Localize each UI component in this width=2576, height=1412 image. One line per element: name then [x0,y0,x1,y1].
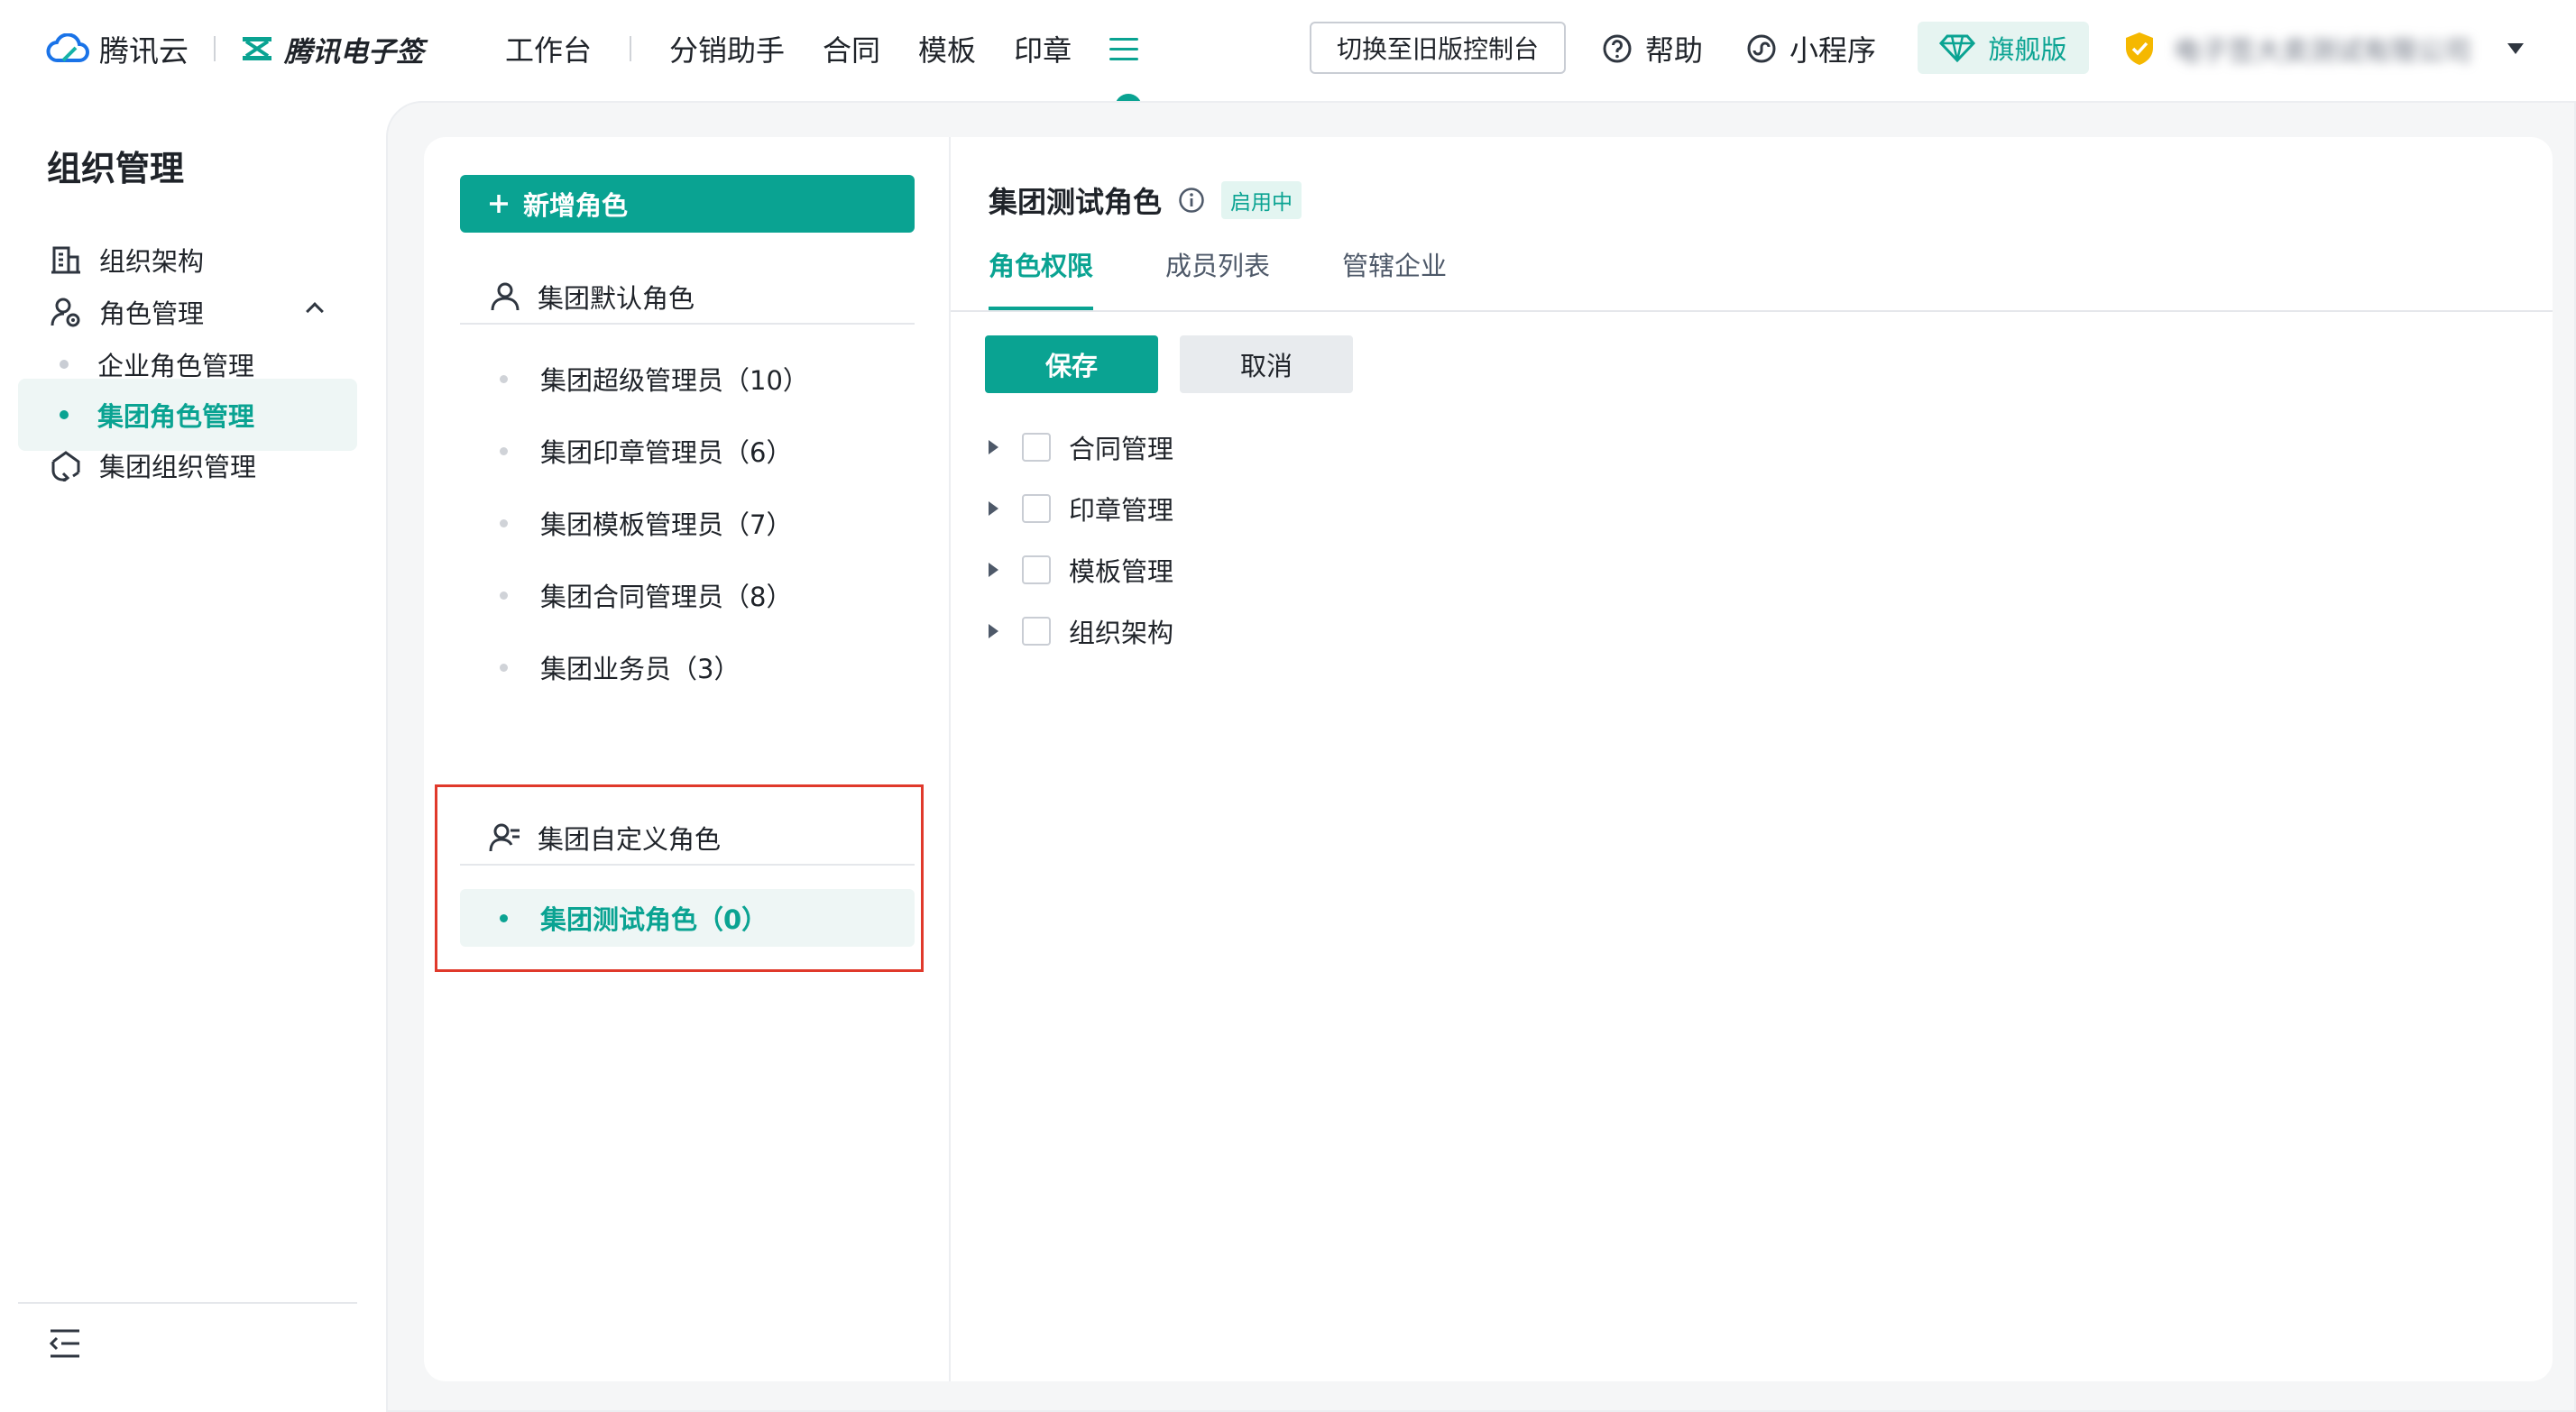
sidebar-item-group-org[interactable]: 集团组织管理 [18,429,357,501]
sidebar-title: 组织管理 [47,149,185,188]
bullet-dot [500,446,508,455]
detail-tabs: 角色权限 成员列表 管辖企业 [989,245,1519,310]
verified-shield-icon [2126,32,2153,65]
permission-label: 合同管理 [1069,434,1174,464]
annotation-highlight-box [435,784,924,972]
role-item[interactable]: 集团超级管理员（10） [460,350,915,408]
group-title: 集团默认角色 [538,283,695,314]
miniapp-icon [1747,34,1776,63]
sidebar-divider [18,1302,357,1304]
role-manage-icon [49,295,83,329]
esign-icon [243,37,271,60]
edition-label: 旗舰版 [1988,34,2067,65]
bullet-dot [500,591,508,600]
role-label: 集团业务员（3） [540,654,741,684]
role-item[interactable]: 集团模板管理员（7） [460,494,915,552]
permission-row-org: 组织架构 [989,609,1173,654]
bullet-dot [500,663,508,672]
role-label: 集团模板管理员（7） [540,509,793,540]
panel-divider [949,137,951,1381]
info-icon[interactable] [1178,187,1205,214]
add-role-button[interactable]: 新增角色 [460,175,915,233]
account-menu[interactable]: 电子签大卖测试有限公司 [2123,25,2524,72]
miniapp-link[interactable]: 小程序 [1746,25,1876,72]
edition-badge[interactable]: 旗舰版 [1918,22,2089,74]
nav-contract[interactable]: 合同 [823,28,880,69]
role-item[interactable]: 集团业务员（3） [460,638,915,696]
permission-label: 印章管理 [1069,495,1174,526]
permission-checkbox[interactable] [1022,494,1051,523]
role-label: 集团合同管理员（8） [540,582,793,612]
sidebar: 组织管理 组织架构 角色管理 企业角色管理 集团角色管理 集团组织管理 [0,99,379,1412]
bullet-dot [60,360,69,369]
permission-checkbox[interactable] [1022,433,1051,462]
sidebar-item-label: 集团组织管理 [99,452,257,482]
expand-caret-icon[interactable] [989,501,998,516]
bullet-dot [60,410,69,419]
account-name: 电子签大卖测试有限公司 [2174,36,2471,68]
help-link[interactable]: 帮助 [1602,25,1703,72]
role-title: 集团测试角色 [989,185,1163,219]
sidebar-item-label: 组织架构 [99,246,205,277]
permission-checkbox[interactable] [1022,555,1051,584]
permission-row-contract: 合同管理 [989,425,1173,470]
miniapp-label: 小程序 [1789,33,1877,68]
save-button[interactable]: 保存 [985,335,1158,393]
nav-workbench[interactable]: 工作台 [505,28,592,69]
org-structure-icon [49,243,83,277]
menu-icon[interactable] [1109,34,1139,64]
product-name: 腾讯电子签 [284,35,424,69]
expand-caret-icon[interactable] [989,563,998,577]
role-label: 集团印章管理员（6） [540,437,793,468]
chevron-down-icon [2507,43,2524,54]
expand-caret-icon[interactable] [989,440,998,454]
product-logo[interactable]: 腾讯电子签 [241,29,424,69]
nav-template[interactable]: 模板 [918,28,976,69]
permission-checkbox[interactable] [1022,617,1051,646]
cloud-name: 腾讯云 [99,33,189,69]
add-role-label: 新增角色 [523,190,629,221]
nav-seal[interactable]: 印章 [1014,28,1072,69]
tab-member-list[interactable]: 成员列表 [1165,245,1270,310]
permission-label: 组织架构 [1069,618,1174,648]
switch-legacy-console-button[interactable]: 切换至旧版控制台 [1310,22,1566,74]
nav-distribution[interactable]: 分销助手 [669,28,785,69]
permission-row-template: 模板管理 [989,547,1173,592]
role-detail-panel [951,137,2553,1381]
chevron-up-icon [306,302,324,320]
sidebar-item-label: 企业角色管理 [97,351,255,381]
main-nav: 工作台 分销助手 合同 模板 印章 [505,25,1139,72]
tab-role-permissions[interactable]: 角色权限 [989,245,1094,310]
bullet-dot [500,518,508,527]
expand-caret-icon[interactable] [989,624,998,638]
role-item[interactable]: 集团合同管理员（8） [460,566,915,624]
role-label: 集团超级管理员（10） [540,365,809,396]
role-item[interactable]: 集团印章管理员（6） [460,422,915,480]
brand-separator [214,36,216,61]
top-bar: 腾讯云 腾讯电子签 工作台 分销助手 合同 模板 印章 切换至旧版控制台 帮助 … [0,0,2576,108]
role-detail-header: 集团测试角色 启用中 [989,180,1302,220]
help-label: 帮助 [1645,33,1704,68]
sidebar-item-label: 角色管理 [99,298,205,329]
brand: 腾讯云 腾讯电子签 [45,25,424,72]
nav-separator [630,36,632,61]
help-icon [1603,34,1632,63]
cloud-icon [46,33,89,62]
permission-row-seal: 印章管理 [989,486,1173,531]
user-icon [491,282,520,311]
tabs-divider [951,310,2553,312]
tencent-cloud-logo[interactable]: 腾讯云 [45,27,189,70]
tab-managed-enterprises[interactable]: 管辖企业 [1342,245,1447,310]
plus-icon [490,195,508,213]
collapse-sidebar-icon[interactable] [47,1325,83,1362]
permission-label: 模板管理 [1069,556,1174,587]
diamond-icon [1939,34,1976,62]
sidebar-item-label: 集团角色管理 [97,401,255,432]
group-org-icon [49,448,83,482]
cancel-button[interactable]: 取消 [1180,335,1353,393]
bullet-dot [500,374,508,383]
status-badge: 启用中 [1221,181,1302,219]
default-roles-group: 集团默认角色 [460,270,915,325]
